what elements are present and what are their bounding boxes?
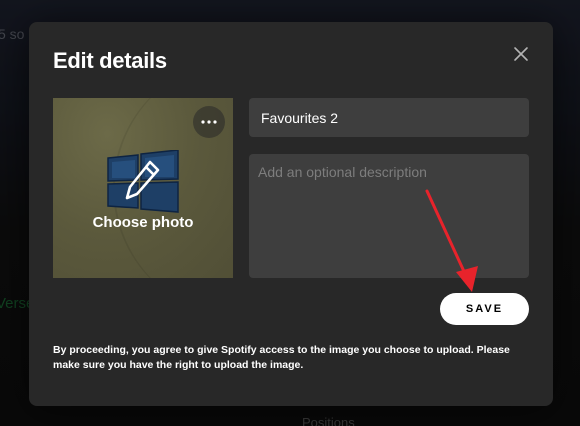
playlist-name-input[interactable]: [249, 98, 529, 137]
pencil-icon: [125, 160, 160, 200]
photo-options-button[interactable]: [193, 106, 225, 138]
close-icon: [514, 47, 528, 61]
edit-details-dialog: Edit details Choose photo Favourites 2 A…: [29, 22, 553, 406]
choose-photo-label: Choose photo: [92, 214, 194, 231]
upload-disclaimer: By proceeding, you agree to give Spotify…: [53, 344, 510, 371]
description-textarea[interactable]: [249, 154, 529, 278]
save-button[interactable]: SAVE: [440, 293, 529, 325]
dialog-title: Edit details: [53, 48, 167, 73]
more-horizontal-icon: [201, 120, 217, 124]
close-button[interactable]: [510, 43, 532, 65]
